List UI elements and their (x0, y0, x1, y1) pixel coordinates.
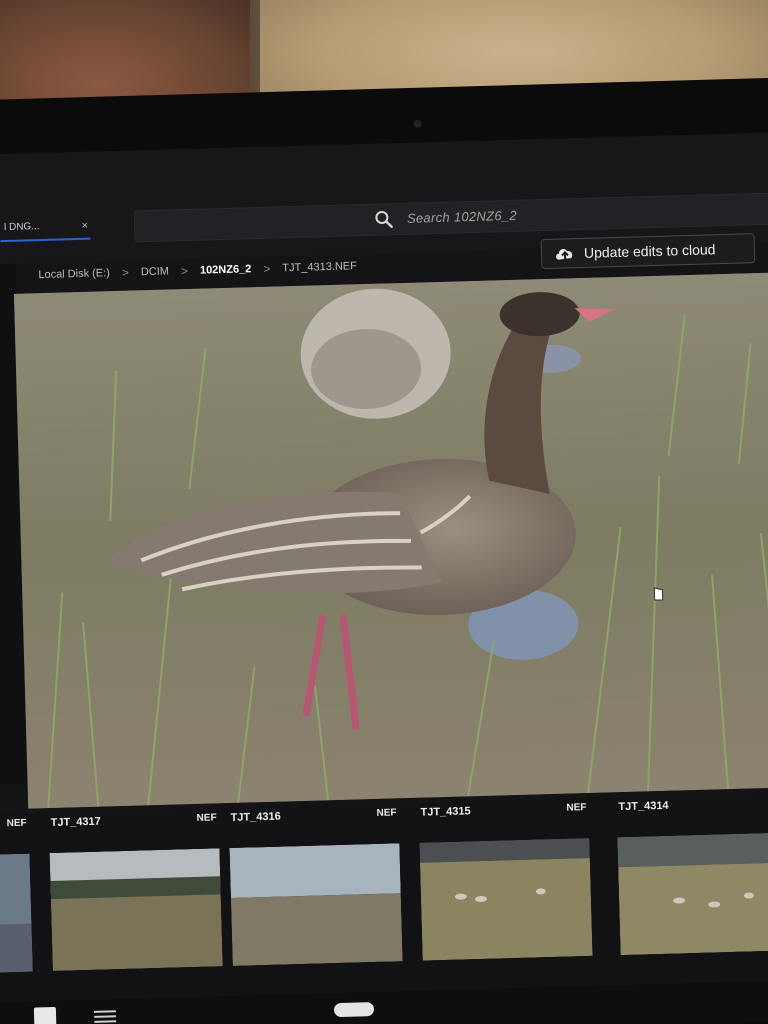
menu-icon[interactable] (93, 1009, 117, 1024)
thumb-filename: TJT_4314 (618, 799, 669, 814)
thumb-image (49, 848, 223, 972)
file-tab-label: l DNG... (3, 221, 40, 234)
thumb-image (617, 832, 768, 956)
update-edits-label: Update edits to cloud (583, 241, 716, 261)
thumb-format: NEF (196, 812, 217, 824)
thumb-filename: TJT_4316 (230, 810, 281, 824)
thumb-format: NEF (566, 802, 587, 814)
breadcrumb-separator: > (263, 261, 271, 276)
breadcrumb-separator: > (121, 265, 130, 280)
file-tab[interactable]: l DNG... × (0, 213, 91, 243)
webcam-icon (413, 119, 422, 128)
cloud-upload-icon (556, 249, 573, 261)
search-icon (375, 211, 393, 228)
breadcrumb-folder[interactable]: 102NZ6_2 (200, 263, 252, 276)
search-placeholder: Search 102NZ6_2 (406, 207, 518, 226)
square-view-icon[interactable] (33, 1006, 57, 1024)
thumb-image (0, 853, 33, 977)
hand-cursor-icon (653, 587, 664, 601)
filmstrip-scroll-handle[interactable] (333, 1002, 375, 1018)
thumb-image (229, 843, 403, 966)
breadcrumb-dcim[interactable]: DCIM (141, 265, 169, 278)
thumb-format: NEF (6, 817, 27, 830)
thumb-format: NEF (376, 807, 397, 819)
close-tab-icon[interactable]: × (81, 214, 88, 238)
photo-of-laptop-screen: l DNG... × Search 102NZ6_2 Local Disk (E… (0, 0, 768, 1024)
thumb-image (419, 837, 593, 961)
thumb-filename: TJT_4315 (420, 805, 471, 819)
filmstrip-thumb[interactable]: TJT_4317 NEF (49, 812, 223, 985)
thumb-filename: TJT_4317 (50, 815, 101, 830)
goose-photo (13, 271, 768, 809)
app-window: l DNG... × Search 102NZ6_2 Local Disk (E… (0, 131, 768, 1024)
filmstrip-thumb[interactable]: TJT_4316 NEF (229, 807, 403, 980)
filmstrip-thumb[interactable]: TJT_4314 N (617, 800, 768, 969)
update-edits-to-cloud-button[interactable]: Update edits to cloud (540, 233, 756, 270)
breadcrumb-local-disk[interactable]: Local Disk (E:) (38, 267, 110, 281)
breadcrumb-file: TJT_4313.NEF (282, 260, 358, 275)
filmstrip-thumb[interactable]: TJT_4315 NEF (419, 802, 593, 975)
main-photo-preview (13, 271, 768, 809)
filmstrip-thumb[interactable]: NEF (0, 818, 33, 991)
breadcrumb-separator: > (180, 263, 189, 279)
